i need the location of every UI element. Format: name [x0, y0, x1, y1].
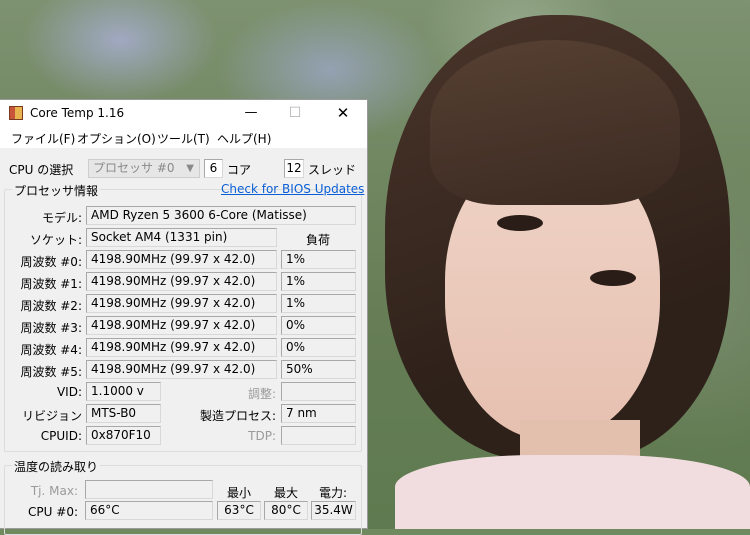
cpu-select-label: CPU の選択: [9, 163, 74, 177]
load-header: 負荷: [306, 233, 331, 247]
temperature-title: 温度の読み取り: [12, 458, 101, 475]
frequency-label: 周波数 #2:: [20, 299, 82, 313]
threads-count: 12: [284, 159, 304, 178]
title-bar[interactable]: Core Temp 1.16 — ☐ ✕: [0, 100, 367, 126]
cpuid-value: 0x870F10: [86, 426, 161, 445]
adjust-value: [281, 382, 356, 401]
model-label: モデル:: [41, 211, 82, 225]
tdp-label: TDP:: [248, 429, 276, 443]
wallpaper-bangs: [430, 40, 680, 205]
chevron-down-icon: ▼: [186, 163, 194, 174]
threads-label: スレッド: [308, 163, 357, 177]
processor-select-value: プロセッサ #0: [93, 161, 175, 175]
vid-value: 1.1000 v: [86, 382, 161, 401]
frequency-label: 周波数 #5:: [20, 365, 82, 379]
menu-file[interactable]: ファイル(F): [11, 130, 75, 147]
window-title: Core Temp 1.16: [30, 106, 125, 120]
frequency-label: 周波数 #1:: [20, 277, 82, 291]
core-load-value: 1%: [281, 250, 356, 269]
frequency-value: 4198.90MHz (99.97 x 42.0): [86, 272, 277, 291]
adjust-label: 調整:: [247, 387, 276, 401]
processor-select[interactable]: プロセッサ #0 ▼: [88, 159, 200, 178]
menu-bar: ファイル(F) オプション(O) ツール(T) ヘルプ(H): [0, 126, 367, 148]
maximize-button[interactable]: ☐: [272, 100, 318, 126]
core-load-value: 0%: [281, 316, 356, 335]
min-header: 最小: [227, 486, 252, 500]
tjmax-value: [85, 480, 213, 499]
revision-value: MTS-B0: [86, 404, 161, 423]
core-load-value: 50%: [281, 360, 356, 379]
core-temp-app-icon: [9, 106, 23, 120]
max-header: 最大: [274, 486, 299, 500]
close-button[interactable]: ✕: [320, 100, 366, 126]
revision-label: リビジョン: [21, 409, 82, 423]
frequency-label: 周波数 #0:: [20, 255, 82, 269]
frequency-label: 周波数 #4:: [20, 343, 82, 357]
temperature-group: [4, 465, 362, 535]
process-value: 7 nm: [281, 404, 356, 423]
wallpaper-eye-right: [590, 270, 636, 286]
processor-info-title: プロセッサ情報: [12, 182, 101, 199]
menu-tools[interactable]: ツール(T): [157, 130, 210, 147]
wallpaper-eye-left: [497, 215, 543, 231]
cpu-min-temp: 63°C: [217, 501, 261, 520]
cores-count: 6: [204, 159, 223, 178]
core-load-value: 0%: [281, 338, 356, 357]
frequency-value: 4198.90MHz (99.97 x 42.0): [86, 338, 277, 357]
tdp-value: [281, 426, 356, 445]
vid-label: VID:: [56, 385, 82, 399]
frequency-value: 4198.90MHz (99.97 x 42.0): [86, 294, 277, 313]
socket-value: Socket AM4 (1331 pin): [86, 228, 277, 247]
menu-help[interactable]: ヘルプ(H): [217, 130, 271, 147]
socket-label: ソケット:: [29, 233, 82, 247]
core-load-value: 1%: [281, 294, 356, 313]
minimize-button[interactable]: —: [228, 100, 274, 126]
core-temp-window: Core Temp 1.16 — ☐ ✕ ファイル(F) オプション(O) ツー…: [0, 99, 368, 535]
core-load-value: 1%: [281, 272, 356, 291]
frequency-label: 周波数 #3:: [20, 321, 82, 335]
power-header: 電力:: [319, 486, 348, 500]
bios-updates-link[interactable]: Check for BIOS Updates: [221, 182, 364, 196]
frequency-value: 4198.90MHz (99.97 x 42.0): [86, 316, 277, 335]
cpu-temp-label: CPU #0:: [28, 505, 78, 519]
frequency-value: 4198.90MHz (99.97 x 42.0): [86, 250, 277, 269]
menu-options[interactable]: オプション(O): [77, 130, 156, 147]
cpuid-label: CPUID:: [40, 429, 82, 443]
wallpaper-shirt: [395, 455, 750, 529]
model-value: AMD Ryzen 5 3600 6-Core (Matisse): [86, 206, 356, 225]
cores-label: コア: [227, 163, 252, 177]
frequency-value: 4198.90MHz (99.97 x 42.0): [86, 360, 277, 379]
tjmax-label: Tj. Max:: [30, 484, 78, 498]
cpu-power: 35.4W: [311, 501, 356, 520]
cpu-max-temp: 80°C: [264, 501, 308, 520]
process-label: 製造プロセス:: [199, 409, 276, 423]
cpu-current-temp: 66°C: [85, 501, 213, 520]
